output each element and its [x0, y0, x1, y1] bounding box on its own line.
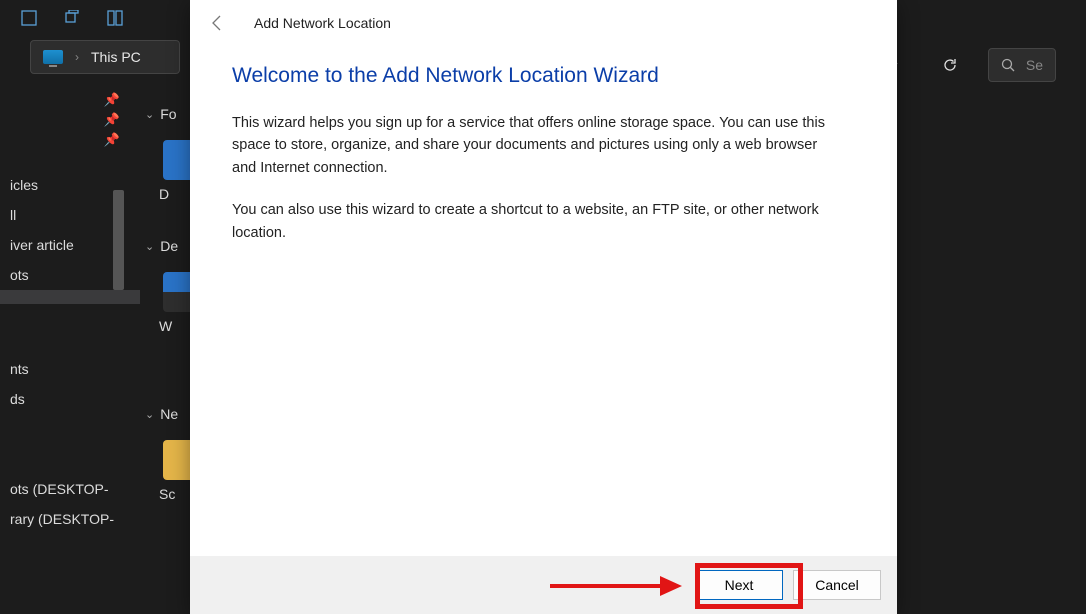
- chevron-down-icon: ⌄: [145, 240, 154, 253]
- toolbar-icon-3[interactable]: [106, 9, 124, 27]
- sidebar-item[interactable]: ots (DESKTOP-: [0, 474, 140, 504]
- search-placeholder: Se: [1026, 57, 1043, 73]
- wizard-paragraph-1: This wizard helps you sign up for a serv…: [232, 112, 842, 179]
- back-button[interactable]: [206, 12, 228, 34]
- wizard-paragraph-2: You can also use this wizard to create a…: [232, 199, 842, 244]
- section-folders[interactable]: ⌄ Fo: [145, 106, 177, 122]
- search-box[interactable]: Se: [988, 48, 1056, 82]
- section-label: Ne: [160, 406, 178, 422]
- address-bar[interactable]: › This PC: [30, 40, 180, 74]
- section-network[interactable]: ⌄ Ne: [145, 406, 178, 422]
- sidebar: 📌 📌 📌 icles ll iver article ots nts ds o…: [0, 90, 140, 610]
- sidebar-scrollbar[interactable]: [113, 190, 124, 290]
- this-pc-icon: [43, 50, 63, 64]
- toolbar-icon-1[interactable]: [20, 9, 38, 27]
- wizard-body: Welcome to the Add Network Location Wiza…: [190, 44, 897, 556]
- search-icon: [1001, 58, 1016, 73]
- refresh-button[interactable]: [930, 48, 970, 82]
- wizard-header: Add Network Location: [190, 0, 897, 44]
- right-toolbar: Se: [872, 44, 1056, 86]
- sidebar-item[interactable]: ds: [0, 384, 140, 414]
- tab-icon[interactable]: [63, 9, 81, 27]
- sidebar-item-selected[interactable]: [0, 290, 140, 304]
- chevron-down-icon: ⌄: [145, 108, 154, 121]
- section-devices[interactable]: ⌄ De: [145, 238, 178, 254]
- breadcrumb-chevron-icon: ›: [75, 50, 79, 64]
- pin-icon: 📌: [0, 130, 140, 150]
- add-network-location-wizard: Add Network Location Welcome to the Add …: [190, 0, 897, 614]
- wizard-footer: Next Cancel: [190, 556, 897, 614]
- next-button[interactable]: Next: [695, 570, 783, 600]
- sidebar-item[interactable]: rary (DESKTOP-: [0, 504, 140, 534]
- wizard-heading: Welcome to the Add Network Location Wiza…: [232, 64, 855, 88]
- section-label: De: [160, 238, 178, 254]
- section-label: Fo: [160, 106, 176, 122]
- chevron-down-icon: ⌄: [145, 408, 154, 421]
- pin-icon: 📌: [0, 90, 140, 110]
- pin-icon: 📌: [0, 110, 140, 130]
- sidebar-item[interactable]: nts: [0, 354, 140, 384]
- cancel-button[interactable]: Cancel: [793, 570, 881, 600]
- breadcrumb-this-pc[interactable]: This PC: [91, 49, 141, 65]
- wizard-title: Add Network Location: [254, 15, 391, 31]
